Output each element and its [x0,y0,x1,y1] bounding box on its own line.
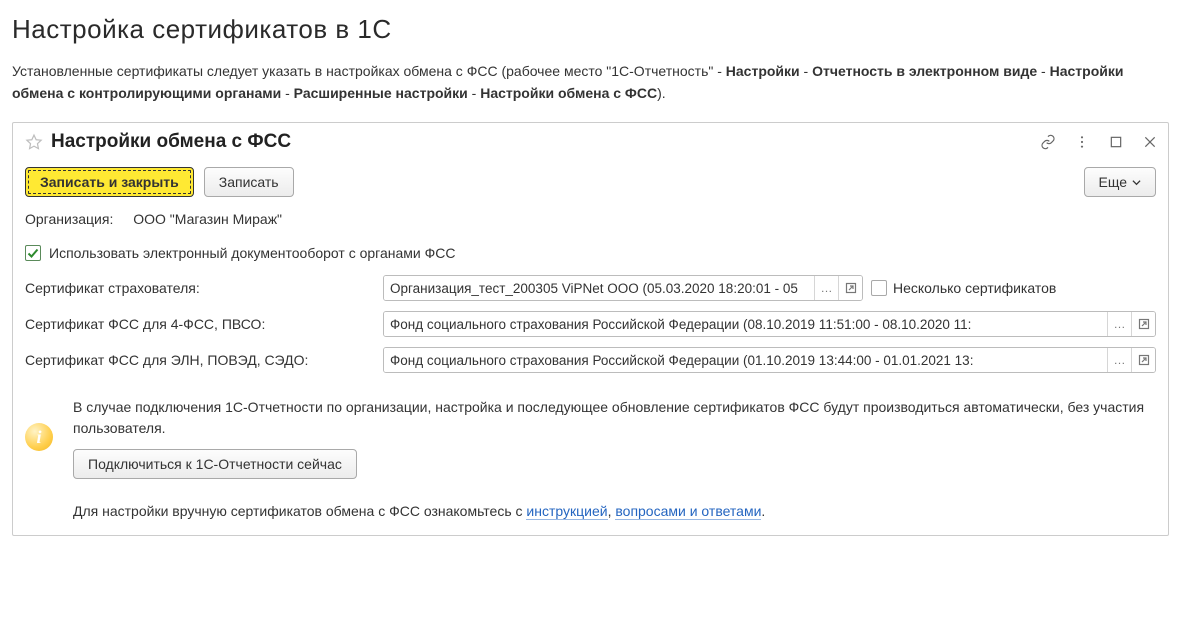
cert-insurer-row: Сертификат страхователя: … Несколько сер… [25,275,1156,301]
more-button-label: Еще [1099,174,1128,190]
open-button[interactable] [1131,312,1155,336]
cert-eln-row: Сертификат ФСС для ЭЛН, ПОВЭД, СЭДО: … [25,347,1156,373]
breadcrumb-part-1: Настройки [726,63,800,79]
instruction-link[interactable]: инструкцией [526,503,607,520]
select-button[interactable]: … [1107,348,1131,372]
chevron-down-icon [1132,178,1141,187]
window-title-text: Настройки обмена с ФСС [51,131,291,153]
breadcrumb-sep: - [1037,63,1049,79]
breadcrumb-sep: - [281,85,293,101]
organization-label: Организация: [25,211,113,227]
cert-4fss-row: Сертификат ФСС для 4-ФСС, ПВСО: … [25,311,1156,337]
cert-eln-input[interactable] [384,348,1107,372]
settings-window: Настройки обмена с ФСС Записать и закрыт… [12,122,1169,536]
organization-value: ООО "Магазин Мираж" [133,211,282,227]
link-icon[interactable] [1040,134,1056,150]
save-and-close-button[interactable]: Записать и закрыть [25,167,194,197]
edo-checkbox-label: Использовать электронный документооборот… [49,245,455,261]
info-text: В случае подключения 1С-Отчетности по ор… [73,397,1156,439]
footer-end: . [761,503,765,519]
breadcrumb-part-4: Расширенные настройки [294,85,468,101]
breadcrumb-part-2: Отчетность в электронном виде [812,63,1037,79]
select-button[interactable]: … [1107,312,1131,336]
organization-row: Организация: ООО "Магазин Мираж" [25,211,1156,227]
breadcrumb-sep: - [800,63,812,79]
edo-checkbox[interactable] [25,245,41,261]
multi-cert-label: Несколько сертификатов [893,280,1056,296]
cert-insurer-label: Сертификат страхователя: [25,280,383,296]
maximize-icon[interactable] [1108,134,1124,150]
breadcrumb-sep: - [468,85,480,101]
cert-4fss-label: Сертификат ФСС для 4-ФСС, ПВСО: [25,316,383,332]
cert-4fss-input[interactable] [384,312,1107,336]
connect-1c-button[interactable]: Подключиться к 1С-Отчетности сейчас [73,449,357,479]
close-icon[interactable] [1142,134,1158,150]
faq-link[interactable]: вопросами и ответами [615,503,761,520]
open-button[interactable] [838,276,862,300]
cert-eln-label: Сертификат ФСС для ЭЛН, ПОВЭД, СЭДО: [25,352,383,368]
open-button[interactable] [1131,348,1155,372]
footer-pre: Для настройки вручную сертификатов обмен… [73,503,526,519]
checkbox-empty-icon[interactable] [871,280,887,296]
breadcrumb: Установленные сертификаты следует указат… [12,61,1169,104]
save-button[interactable]: Записать [204,167,294,197]
toolbar: Записать и закрыть Записать Еще [13,163,1168,211]
info-icon: i [25,423,53,451]
kebab-menu-icon[interactable] [1074,134,1090,150]
open-link-icon [845,282,857,294]
breadcrumb-intro: Установленные сертификаты следует указат… [12,63,726,79]
breadcrumb-part-5: Настройки обмена с ФСС [480,85,657,101]
footer-text: Для настройки вручную сертификатов обмен… [73,503,1156,519]
favorite-star-icon[interactable] [25,133,43,151]
multi-cert-checkbox[interactable]: Несколько сертификатов [871,280,1056,296]
edo-checkbox-row[interactable]: Использовать электронный документооборот… [25,245,1156,261]
page-heading: Настройка сертификатов в 1С [12,14,1169,45]
select-button[interactable]: … [814,276,838,300]
cert-insurer-input[interactable] [384,276,814,300]
more-button[interactable]: Еще [1084,167,1157,197]
open-link-icon [1138,318,1150,330]
breadcrumb-end: ). [657,85,666,101]
open-link-icon [1138,354,1150,366]
window-titlebar: Настройки обмена с ФСС [13,123,1168,163]
